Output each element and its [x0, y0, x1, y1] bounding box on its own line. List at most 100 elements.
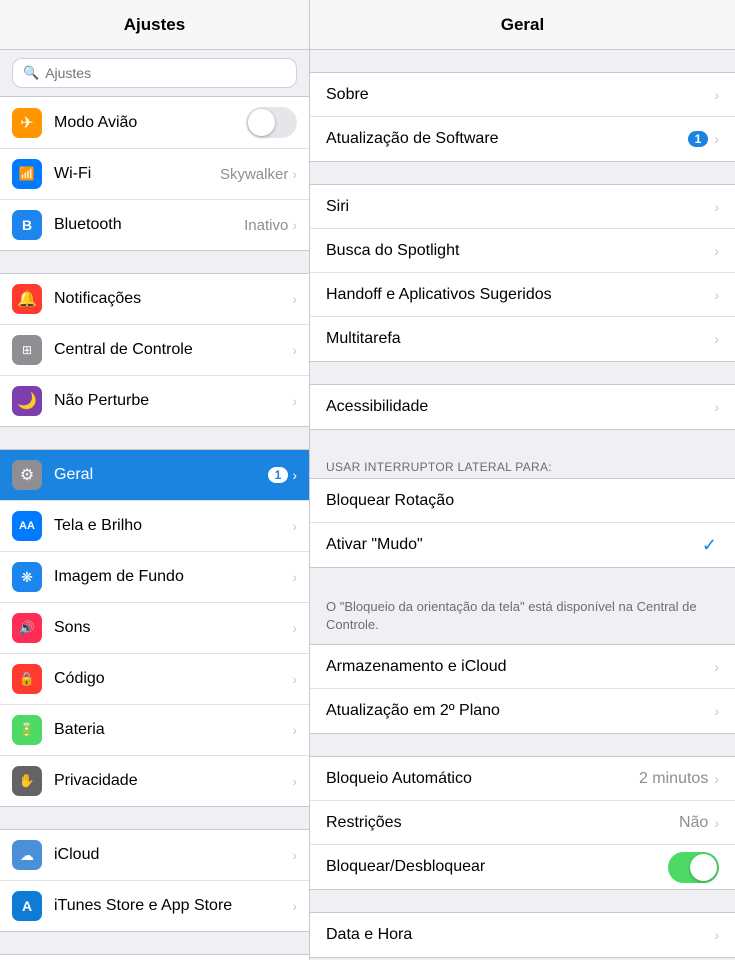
passcode-icon: 🔒 — [12, 664, 42, 694]
sidebar-item-privacidade[interactable]: ✋ Privacidade › — [0, 756, 309, 806]
siri-chevron: › — [714, 199, 719, 215]
bluetooth-value: Inativo — [244, 217, 288, 234]
software-badge: 1 — [688, 131, 709, 147]
sidebar: 🔍 ✈ Modo Avião 📶 Wi-Fi Skywalker › B Blu… — [0, 50, 310, 960]
sons-chevron: › — [292, 620, 297, 636]
data-hora-label: Data e Hora — [326, 926, 714, 944]
imagem-fundo-chevron: › — [292, 569, 297, 585]
sidebar-item-nao-perturbe[interactable]: 🌙 Não Perturbe › — [0, 376, 309, 426]
ativar-mudo-label: Ativar "Mudo" — [326, 536, 702, 554]
sidebar-item-tela-brilho[interactable]: AA Tela e Brilho › — [0, 501, 309, 552]
sons-label: Sons — [54, 619, 292, 637]
bloqueio-automatico-chevron: › — [714, 771, 719, 787]
wifi-value: Skywalker — [220, 166, 288, 183]
airplane-icon: ✈ — [12, 108, 42, 138]
sobre-label: Sobre — [326, 86, 714, 104]
bloquear-desbloquear-toggle[interactable] — [668, 852, 719, 883]
central-controle-chevron: › — [292, 342, 297, 358]
acessibilidade-chevron: › — [714, 399, 719, 415]
settings-row-bloquear-desbloquear[interactable]: Bloquear/Desbloquear — [310, 845, 735, 889]
atualizacao-software-label: Atualização de Software — [326, 130, 688, 148]
search-input[interactable] — [45, 65, 286, 81]
settings-row-bloqueio-automatico[interactable]: Bloqueio Automático 2 minutos › — [310, 757, 735, 801]
search-icon: 🔍 — [23, 65, 39, 81]
main-content: 🔍 ✈ Modo Avião 📶 Wi-Fi Skywalker › B Blu… — [0, 50, 735, 960]
sidebar-item-imagem-fundo[interactable]: ❋ Imagem de Fundo › — [0, 552, 309, 603]
settings-row-spotlight[interactable]: Busca do Spotlight › — [310, 229, 735, 273]
nao-perturbe-label: Não Perturbe — [54, 392, 292, 410]
atualizacao-plano-label: Atualização em 2º Plano — [326, 702, 714, 720]
privacidade-label: Privacidade — [54, 772, 292, 790]
notificacoes-chevron: › — [292, 291, 297, 307]
modo-aviao-toggle[interactable] — [246, 107, 297, 138]
detail-title: Geral — [310, 0, 735, 49]
appstore-icon: A — [12, 891, 42, 921]
sobre-chevron: › — [714, 87, 719, 103]
bloqueio-automatico-label: Bloqueio Automático — [326, 770, 639, 788]
bluetooth-icon: B — [12, 210, 42, 240]
settings-row-atualizacao-plano[interactable]: Atualização em 2º Plano › — [310, 689, 735, 733]
wallpaper-icon: ❋ — [12, 562, 42, 592]
privacidade-chevron: › — [292, 773, 297, 789]
settings-row-atualizacao-software[interactable]: Atualização de Software 1 › — [310, 117, 735, 161]
settings-row-restricoes[interactable]: Restrições Não › — [310, 801, 735, 845]
spotlight-label: Busca do Spotlight — [326, 242, 714, 260]
privacy-icon: ✋ — [12, 766, 42, 796]
settings-row-sobre[interactable]: Sobre › — [310, 73, 735, 117]
settings-group-storage: Armazenamento e iCloud › Atualização em … — [310, 644, 735, 734]
icloud-icon: ☁ — [12, 840, 42, 870]
sidebar-item-central-controle[interactable]: ⊞ Central de Controle › — [0, 325, 309, 376]
sidebar-item-bateria[interactable]: 🔋 Bateria › — [0, 705, 309, 756]
settings-row-armazenamento[interactable]: Armazenamento e iCloud › — [310, 645, 735, 689]
settings-row-handoff[interactable]: Handoff e Aplicativos Sugeridos › — [310, 273, 735, 317]
nao-perturbe-chevron: › — [292, 393, 297, 409]
bluetooth-label: Bluetooth — [54, 216, 244, 234]
sidebar-item-icloud[interactable]: ☁ iCloud › — [0, 830, 309, 881]
bloquear-rotacao-label: Bloquear Rotação — [326, 492, 719, 510]
geral-icon: ⚙ — [12, 460, 42, 490]
sidebar-item-mail[interactable]: ✉ Mail, Contatos, Calendários › — [0, 955, 309, 960]
spotlight-chevron: › — [714, 243, 719, 259]
bloquear-desbloquear-label: Bloquear/Desbloquear — [326, 858, 668, 876]
acessibilidade-label: Acessibilidade — [326, 398, 714, 416]
sidebar-item-wifi[interactable]: 📶 Wi-Fi Skywalker › — [0, 149, 309, 200]
ativar-mudo-check: ✓ — [702, 535, 717, 556]
interruptor-note: O "Bloqueio da orientação da tela" está … — [310, 590, 735, 644]
atualizacao-plano-chevron: › — [714, 703, 719, 719]
settings-group-about: Sobre › Atualização de Software 1 › — [310, 72, 735, 162]
sidebar-group-services: ☁ iCloud › A iTunes Store e App Store › — [0, 829, 309, 932]
multitarefa-label: Multitarefa — [326, 330, 714, 348]
search-input-wrap[interactable]: 🔍 — [12, 58, 297, 88]
restricoes-value: Não — [679, 814, 708, 832]
sidebar-item-itunes[interactable]: A iTunes Store e App Store › — [0, 881, 309, 931]
search-bar: 🔍 — [0, 50, 309, 96]
notifications-icon: 🔔 — [12, 284, 42, 314]
geral-badge: 1 — [268, 467, 289, 483]
settings-row-multitarefa[interactable]: Multitarefa › — [310, 317, 735, 361]
right-panel: Sobre › Atualização de Software 1 › Siri… — [310, 50, 735, 960]
siri-label: Siri — [326, 198, 714, 216]
sidebar-item-notificacoes[interactable]: 🔔 Notificações › — [0, 274, 309, 325]
settings-row-acessibilidade[interactable]: Acessibilidade › — [310, 385, 735, 429]
sidebar-item-geral[interactable]: ⚙ Geral 1 › — [0, 450, 309, 501]
settings-group-siri: Siri › Busca do Spotlight › Handoff e Ap… — [310, 184, 735, 362]
settings-row-ativar-mudo[interactable]: Ativar "Mudo" ✓ — [310, 523, 735, 567]
restricoes-label: Restrições — [326, 814, 679, 832]
sounds-icon: 🔊 — [12, 613, 42, 643]
handoff-label: Handoff e Aplicativos Sugeridos — [326, 286, 714, 304]
settings-row-bloquear-rotacao[interactable]: Bloquear Rotação — [310, 479, 735, 523]
bloqueio-automatico-value: 2 minutos — [639, 770, 708, 788]
wifi-icon: 📶 — [12, 159, 42, 189]
sidebar-item-sons[interactable]: 🔊 Sons › — [0, 603, 309, 654]
sidebar-item-modo-aviao[interactable]: ✈ Modo Avião — [0, 97, 309, 149]
tela-brilho-label: Tela e Brilho — [54, 517, 292, 535]
sidebar-group-notifications: 🔔 Notificações › ⊞ Central de Controle ›… — [0, 273, 309, 427]
settings-row-siri[interactable]: Siri › — [310, 185, 735, 229]
bateria-chevron: › — [292, 722, 297, 738]
settings-row-data-hora[interactable]: Data e Hora › — [310, 913, 735, 957]
sidebar-item-bluetooth[interactable]: B Bluetooth Inativo › — [0, 200, 309, 250]
wifi-chevron: › — [292, 166, 297, 182]
settings-group-lock: Bloqueio Automático 2 minutos › Restriçõ… — [310, 756, 735, 890]
sidebar-item-codigo[interactable]: 🔒 Código › — [0, 654, 309, 705]
geral-label: Geral — [54, 466, 268, 484]
